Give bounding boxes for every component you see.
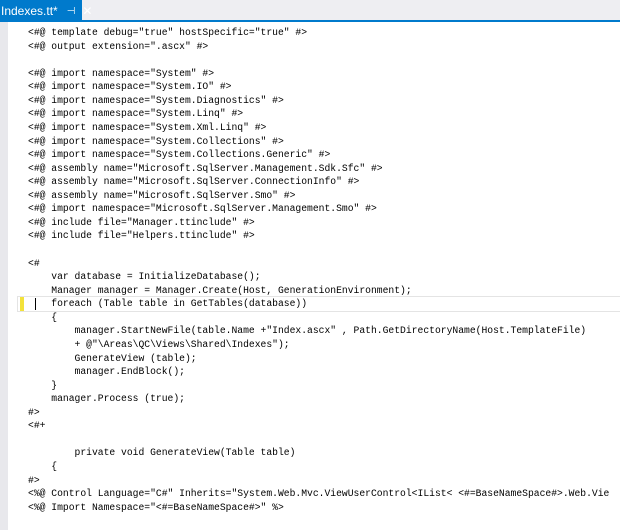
code-line[interactable]: foreach (Table table in GetTables(databa…: [17, 296, 620, 312]
tab-title: Indexes.tt*: [1, 4, 58, 18]
code-line[interactable]: <#@ template debug="true" hostSpecific="…: [28, 26, 620, 40]
code-line[interactable]: GenerateView (table);: [28, 352, 620, 366]
code-line[interactable]: <#@ import namespace="System.Collections…: [28, 135, 620, 149]
code-line[interactable]: [28, 53, 620, 67]
tab-indexes-tt[interactable]: Indexes.tt* ⊣ ✕: [0, 0, 92, 22]
code-line[interactable]: <#@ import namespace="System" #>: [28, 67, 620, 81]
code-line[interactable]: #>: [28, 406, 620, 420]
code-editor[interactable]: <#@ template debug="true" hostSpecific="…: [8, 22, 620, 530]
code-line[interactable]: <#@ import namespace="System.Xml.Linq" #…: [28, 121, 620, 135]
text-caret: [35, 298, 36, 310]
code-line[interactable]: manager.EndBlock();: [28, 365, 620, 379]
document-tab-strip: Indexes.tt* ⊣ ✕: [0, 0, 620, 22]
code-line[interactable]: <#@ import namespace="System.Linq" #>: [28, 107, 620, 121]
code-line[interactable]: <#: [28, 257, 620, 271]
code-line[interactable]: [28, 243, 620, 257]
code-line[interactable]: <#@ assembly name="Microsoft.SqlServer.S…: [28, 189, 620, 203]
editor-margin: [0, 22, 8, 530]
code-line[interactable]: <#@ include file="Helpers.ttinclude" #>: [28, 229, 620, 243]
code-line[interactable]: <#@ import namespace="System.IO" #>: [28, 80, 620, 94]
code-line[interactable]: <#@ import namespace="System.Diagnostics…: [28, 94, 620, 108]
code-line[interactable]: #>: [28, 474, 620, 488]
code-line[interactable]: <#@ output extension=".ascx" #>: [28, 40, 620, 54]
code-line[interactable]: manager.Process (true);: [28, 392, 620, 406]
code-line[interactable]: <#@ import namespace="Microsoft.SqlServe…: [28, 202, 620, 216]
code-line[interactable]: {: [28, 311, 620, 325]
close-icon[interactable]: ✕: [82, 4, 92, 18]
pin-icon[interactable]: ⊣: [67, 6, 76, 17]
code-line[interactable]: <#@ assembly name="Microsoft.SqlServer.M…: [28, 162, 620, 176]
code-line[interactable]: {: [28, 460, 620, 474]
code-line[interactable]: <#+: [28, 419, 620, 433]
code-line[interactable]: Manager manager = Manager.Create(Host, G…: [28, 284, 620, 298]
code-line[interactable]: manager.StartNewFile(table.Name +"Index.…: [28, 324, 620, 338]
code-line[interactable]: + @"\Areas\QC\Views\Shared\Indexes");: [28, 338, 620, 352]
code-line[interactable]: <%@ Import Namespace="<#=BaseNameSpace#>…: [28, 501, 620, 515]
code-line[interactable]: <%@ Control Language="C#" Inherits="Syst…: [28, 487, 620, 501]
code-line[interactable]: }: [28, 379, 620, 393]
code-line[interactable]: [28, 514, 620, 528]
code-line[interactable]: private void GenerateView(Table table): [28, 446, 620, 460]
code-line[interactable]: [28, 433, 620, 447]
code-line[interactable]: var database = InitializeDatabase();: [28, 270, 620, 284]
code-text[interactable]: <#@ template debug="true" hostSpecific="…: [17, 26, 620, 528]
code-line[interactable]: <#@ assembly name="Microsoft.SqlServer.C…: [28, 175, 620, 189]
code-line[interactable]: <#@ import namespace="System.Collections…: [28, 148, 620, 162]
code-line[interactable]: <#@ include file="Manager.ttinclude" #>: [28, 216, 620, 230]
